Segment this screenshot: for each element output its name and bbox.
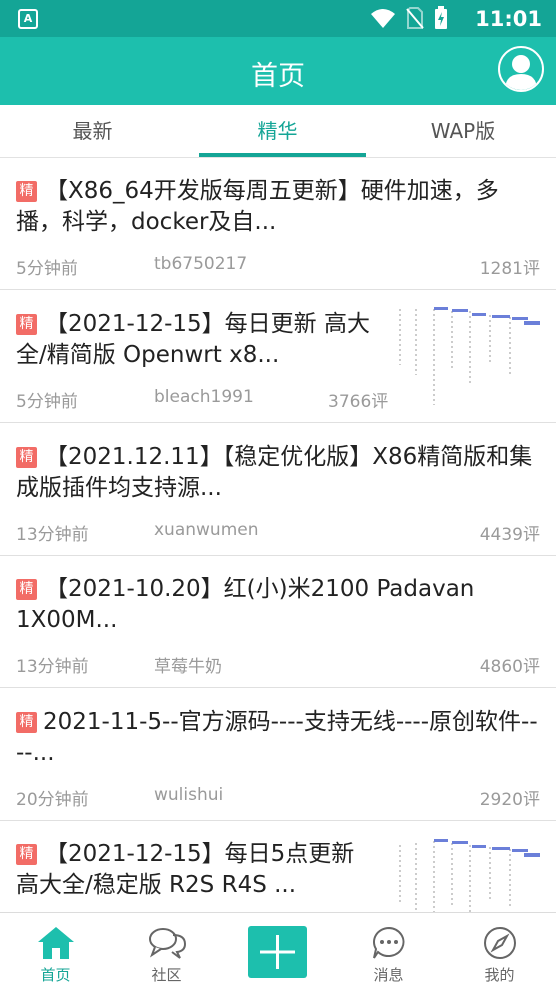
- tab-indicator: [199, 153, 366, 157]
- add-post-button[interactable]: [248, 926, 307, 978]
- battery-charging-icon: [435, 6, 447, 29]
- list-item[interactable]: 精 2021-11-5--官方源码----支持无线----原创软件----... …: [0, 689, 556, 821]
- featured-badge: 精: [16, 447, 37, 468]
- system-icons: [370, 6, 448, 30]
- plus-icon: [260, 935, 295, 969]
- post-list[interactable]: 精【X86_64开发版每周五更新】硬件加速，多播，科学，docker及自... …: [0, 158, 556, 912]
- status-time: 11:01: [475, 7, 542, 31]
- app-notification-icon: A: [18, 9, 38, 29]
- post-title: 精【2021-12-15】每日更新 高大全/精简版 Openwrt x8...: [16, 309, 384, 371]
- post-time: 5分钟前: [16, 259, 78, 279]
- post-title-text: 【2021-10.20】红(小)米2100 Padavan 1X00M...: [16, 576, 475, 633]
- tab-wap[interactable]: WAP版: [370, 105, 556, 158]
- list-item[interactable]: 精【2021-12-15】每日更新 高大全/精简版 Openwrt x8... …: [0, 291, 556, 423]
- tab-featured[interactable]: 精华: [185, 105, 370, 158]
- post-comments: 4860评: [479, 657, 540, 677]
- no-sim-icon: [406, 7, 424, 29]
- page-title: 首页: [251, 61, 305, 92]
- user-icon: [505, 55, 537, 90]
- message-icon: [373, 926, 405, 959]
- post-thumbnail[interactable]: [394, 835, 542, 912]
- chat-bubbles-icon: [149, 928, 187, 959]
- post-time: 5分钟前: [16, 392, 78, 412]
- post-time: 13分钟前: [16, 657, 89, 677]
- list-item[interactable]: 精【2021-10.20】红(小)米2100 Padavan 1X00M... …: [0, 556, 556, 688]
- featured-badge: 精: [16, 579, 37, 600]
- nav-mine[interactable]: 我的: [444, 913, 555, 988]
- post-comments: 4439评: [479, 525, 540, 545]
- list-item[interactable]: 精【2021-12-15】每日5点更新 高大全/稳定版 R2S R4S ...: [0, 821, 556, 912]
- featured-badge: 精: [16, 181, 37, 202]
- featured-badge: 精: [16, 712, 37, 733]
- post-title: 精 2021-11-5--官方源码----支持无线----原创软件----...: [16, 707, 540, 769]
- nav-community-label: 社区: [151, 966, 182, 984]
- bottom-nav: 首页 社区 消息 我的: [0, 912, 556, 988]
- tab-latest[interactable]: 最新: [0, 105, 185, 158]
- post-comments: 2920评: [479, 790, 540, 810]
- post-thumbnail[interactable]: [394, 305, 542, 409]
- featured-badge: 精: [16, 844, 37, 865]
- post-comments: 1281评: [479, 259, 540, 279]
- post-author[interactable]: tb6750217: [154, 254, 247, 274]
- featured-badge: 精: [16, 314, 37, 335]
- post-author[interactable]: wulishui: [154, 785, 223, 805]
- nav-home[interactable]: 首页: [0, 913, 111, 988]
- post-time: 20分钟前: [16, 790, 89, 810]
- post-author[interactable]: xuanwumen: [154, 520, 259, 540]
- post-author[interactable]: 草莓牛奶: [154, 652, 222, 677]
- post-title: 精【X86_64开发版每周五更新】硬件加速，多播，科学，docker及自...: [16, 176, 540, 238]
- post-title-text: 【2021-12-15】每日5点更新 高大全/稳定版 R2S R4S ...: [16, 841, 355, 898]
- nav-community[interactable]: 社区: [111, 913, 222, 988]
- post-title: 精【2021.12.11】【稳定优化版】X86精简版和集成版插件均支持源...: [16, 442, 540, 504]
- post-title-text: 【2021.12.11】【稳定优化版】X86精简版和集成版插件均支持源...: [16, 444, 533, 501]
- wifi-icon: [371, 9, 395, 28]
- post-comments: 3766评: [328, 392, 389, 412]
- nav-messages[interactable]: 消息: [333, 913, 444, 988]
- tab-bar: 最新 精华 WAP版: [0, 105, 556, 158]
- compass-icon: [484, 927, 516, 959]
- list-item[interactable]: 精【X86_64开发版每周五更新】硬件加速，多播，科学，docker及自... …: [0, 158, 556, 290]
- home-icon: [38, 927, 74, 959]
- post-title: 精【2021-12-15】每日5点更新 高大全/稳定版 R2S R4S ...: [16, 839, 384, 901]
- app-bar: 首页: [0, 37, 556, 105]
- post-title-text: 【2021-12-15】每日更新 高大全/精简版 Openwrt x8...: [16, 311, 370, 368]
- post-title-text: 2021-11-5--官方源码----支持无线----原创软件----...: [16, 709, 538, 766]
- post-time: 13分钟前: [16, 525, 89, 545]
- list-item[interactable]: 精【2021.12.11】【稳定优化版】X86精简版和集成版插件均支持源... …: [0, 424, 556, 556]
- nav-mine-label: 我的: [484, 966, 515, 984]
- post-author[interactable]: bleach1991: [154, 387, 254, 407]
- nav-messages-label: 消息: [373, 966, 404, 984]
- post-title: 精【2021-10.20】红(小)米2100 Padavan 1X00M...: [16, 574, 540, 636]
- post-title-text: 【X86_64开发版每周五更新】硬件加速，多播，科学，docker及自...: [16, 178, 499, 235]
- status-bar: A 11:01: [0, 0, 556, 37]
- avatar[interactable]: [498, 46, 544, 92]
- nav-home-label: 首页: [40, 966, 71, 984]
